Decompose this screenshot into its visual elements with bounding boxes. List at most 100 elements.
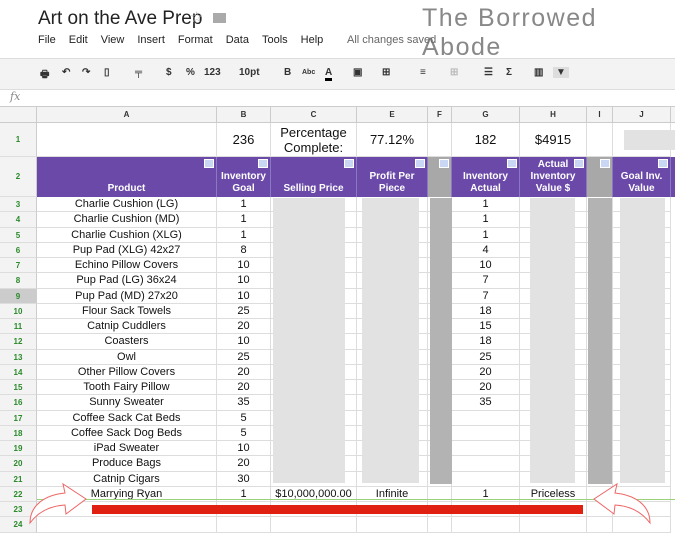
cell-a3[interactable]: Charlie Cushion (LG): [37, 197, 217, 213]
row1-cell-e[interactable]: 77.12%: [357, 123, 428, 157]
cell-a21[interactable]: Catnip Cigars: [37, 471, 217, 487]
cell-b18[interactable]: 5: [217, 425, 271, 441]
cell-b19[interactable]: 10: [217, 441, 271, 457]
menu-insert[interactable]: Insert: [137, 34, 165, 46]
strikethrough-button[interactable]: Abc: [302, 69, 315, 76]
align-icon[interactable]: ≡: [420, 67, 426, 78]
cell-b6[interactable]: 8: [217, 242, 271, 258]
cell-b10[interactable]: 25: [217, 303, 271, 319]
cell-b7[interactable]: 10: [217, 258, 271, 274]
cell-g15[interactable]: 20: [452, 380, 520, 396]
row-header-15[interactable]: 15: [0, 380, 37, 396]
row1-cell-g[interactable]: 182: [452, 123, 520, 157]
currency-button[interactable]: $: [166, 67, 172, 78]
column-header-h[interactable]: H: [520, 107, 587, 123]
row-header-5[interactable]: 5: [0, 227, 37, 243]
row1-cell-b[interactable]: 236: [217, 123, 271, 157]
filter-dropdown-icon[interactable]: [574, 159, 584, 168]
text-color-button[interactable]: A: [325, 67, 333, 81]
cell-b9[interactable]: 10: [217, 288, 271, 304]
cell-g12[interactable]: 18: [452, 334, 520, 350]
cell-g6[interactable]: 4: [452, 242, 520, 258]
column-header-e[interactable]: E: [357, 107, 428, 123]
cell-g20[interactable]: [452, 456, 520, 472]
cell-g14[interactable]: 20: [452, 364, 520, 380]
cell-a6[interactable]: Pup Pad (XLG) 42x27: [37, 242, 217, 258]
cell-b24[interactable]: [217, 517, 271, 533]
row-header-19[interactable]: 19: [0, 441, 37, 457]
row-header-4[interactable]: 4: [0, 212, 37, 228]
cell-i24[interactable]: [587, 517, 613, 533]
cell-g17[interactable]: [452, 410, 520, 426]
header-b[interactable]: Inventory Goal: [217, 157, 271, 197]
menu-format[interactable]: Format: [178, 34, 213, 46]
bold-button[interactable]: B: [284, 67, 291, 78]
cell-g7[interactable]: 10: [452, 258, 520, 274]
row-header-12[interactable]: 12: [0, 334, 37, 350]
cell-g13[interactable]: 25: [452, 349, 520, 365]
wrap-icon[interactable]: ☰: [484, 67, 493, 78]
column-header-f[interactable]: F: [428, 107, 452, 123]
cell-a15[interactable]: Tooth Fairy Pillow: [37, 380, 217, 396]
filter-dropdown-icon[interactable]: [600, 159, 610, 168]
row-header-21[interactable]: 21: [0, 471, 37, 487]
column-header-a[interactable]: A: [37, 107, 217, 123]
row-header-9[interactable]: 9: [0, 288, 37, 304]
cell-g24[interactable]: [452, 517, 520, 533]
cell-b21[interactable]: 30: [217, 471, 271, 487]
star-icon[interactable]: ☆: [190, 8, 203, 26]
paste-icon[interactable]: ▯: [104, 67, 110, 78]
cell-a14[interactable]: Other Pillow Covers: [37, 364, 217, 380]
cell-b12[interactable]: 10: [217, 334, 271, 350]
row-header-10[interactable]: 10: [0, 303, 37, 319]
menu-file[interactable]: File: [38, 34, 56, 46]
cell-b8[interactable]: 10: [217, 273, 271, 289]
header-g[interactable]: Inventory Actual: [452, 157, 520, 197]
cell-f24[interactable]: [428, 517, 452, 533]
row1-cell-a[interactable]: [37, 123, 217, 157]
header-f[interactable]: [428, 157, 452, 197]
document-title[interactable]: Art on the Ave Prep: [38, 8, 202, 30]
row-header-13[interactable]: 13: [0, 349, 37, 365]
cell-b16[interactable]: 35: [217, 395, 271, 411]
cell-a20[interactable]: Produce Bags: [37, 456, 217, 472]
corner[interactable]: [0, 107, 37, 123]
borders-icon[interactable]: ⊞: [382, 67, 390, 78]
cell-g8[interactable]: 7: [452, 273, 520, 289]
cell-g18[interactable]: [452, 425, 520, 441]
menu-help[interactable]: Help: [301, 34, 324, 46]
cell-a24[interactable]: [37, 517, 217, 533]
cell-b4[interactable]: 1: [217, 212, 271, 228]
cell-e24[interactable]: [357, 517, 428, 533]
cell-g16[interactable]: 35: [452, 395, 520, 411]
cell-a16[interactable]: Sunny Sweater: [37, 395, 217, 411]
menu-tools[interactable]: Tools: [262, 34, 288, 46]
cell-g19[interactable]: [452, 441, 520, 457]
row1-cell-h[interactable]: $4915: [520, 123, 587, 157]
merge-icon[interactable]: ⊞: [450, 67, 458, 78]
column-header-k[interactable]: [671, 107, 675, 123]
redo-icon[interactable]: ↷: [82, 67, 90, 78]
font-size-select[interactable]: 10pt: [239, 67, 260, 78]
row1-cell-f[interactable]: [428, 123, 452, 157]
row-header-17[interactable]: 17: [0, 410, 37, 426]
header-e[interactable]: Profit Per Piece: [357, 157, 428, 197]
paint-format-icon[interactable]: ╤: [135, 67, 142, 78]
cell-i23[interactable]: [587, 502, 613, 518]
cell-b13[interactable]: 25: [217, 349, 271, 365]
cell-j24[interactable]: [613, 517, 671, 533]
cell-a10[interactable]: Flour Sack Towels: [37, 303, 217, 319]
column-header-i[interactable]: I: [587, 107, 613, 123]
row-header-20[interactable]: 20: [0, 456, 37, 472]
cell-g21[interactable]: [452, 471, 520, 487]
menu-edit[interactable]: Edit: [69, 34, 88, 46]
cell-b5[interactable]: 1: [217, 227, 271, 243]
cell-g3[interactable]: 1: [452, 197, 520, 213]
filter-dropdown-icon[interactable]: [415, 159, 425, 168]
row-header-24[interactable]: 24: [0, 517, 37, 533]
fill-color-icon[interactable]: ▣: [353, 67, 362, 78]
cell-h24[interactable]: [520, 517, 587, 533]
number-format-button[interactable]: 123: [204, 67, 221, 78]
undo-icon[interactable]: ↶: [62, 67, 70, 78]
filter-icon[interactable]: ▼: [553, 67, 569, 78]
